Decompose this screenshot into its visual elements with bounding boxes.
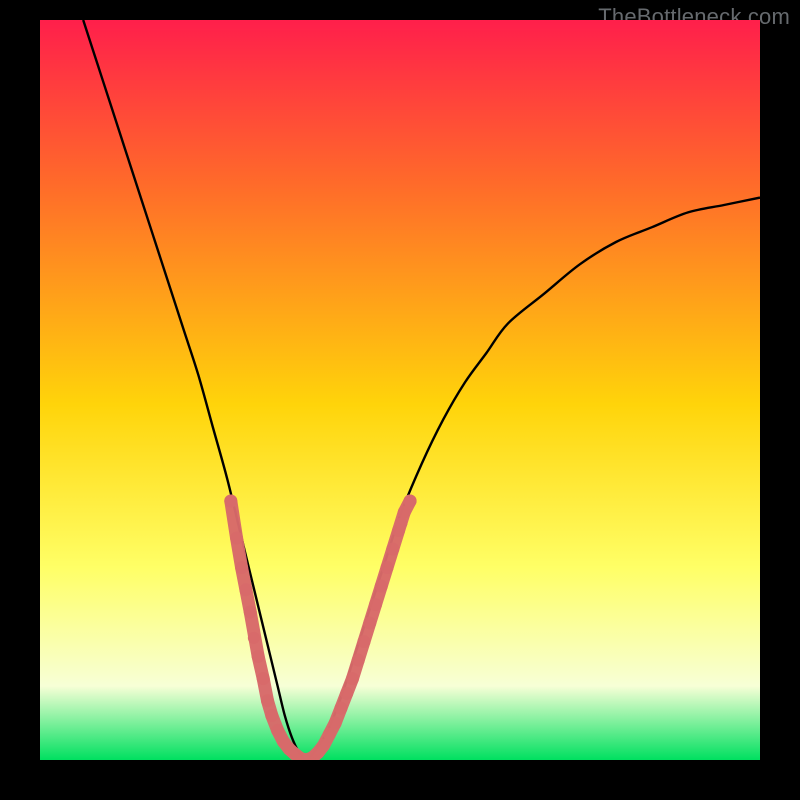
chart-svg <box>40 20 760 760</box>
chart-stage: TheBottleneck.com <box>0 0 800 800</box>
plot-area <box>40 20 760 760</box>
gradient-background <box>40 20 760 760</box>
